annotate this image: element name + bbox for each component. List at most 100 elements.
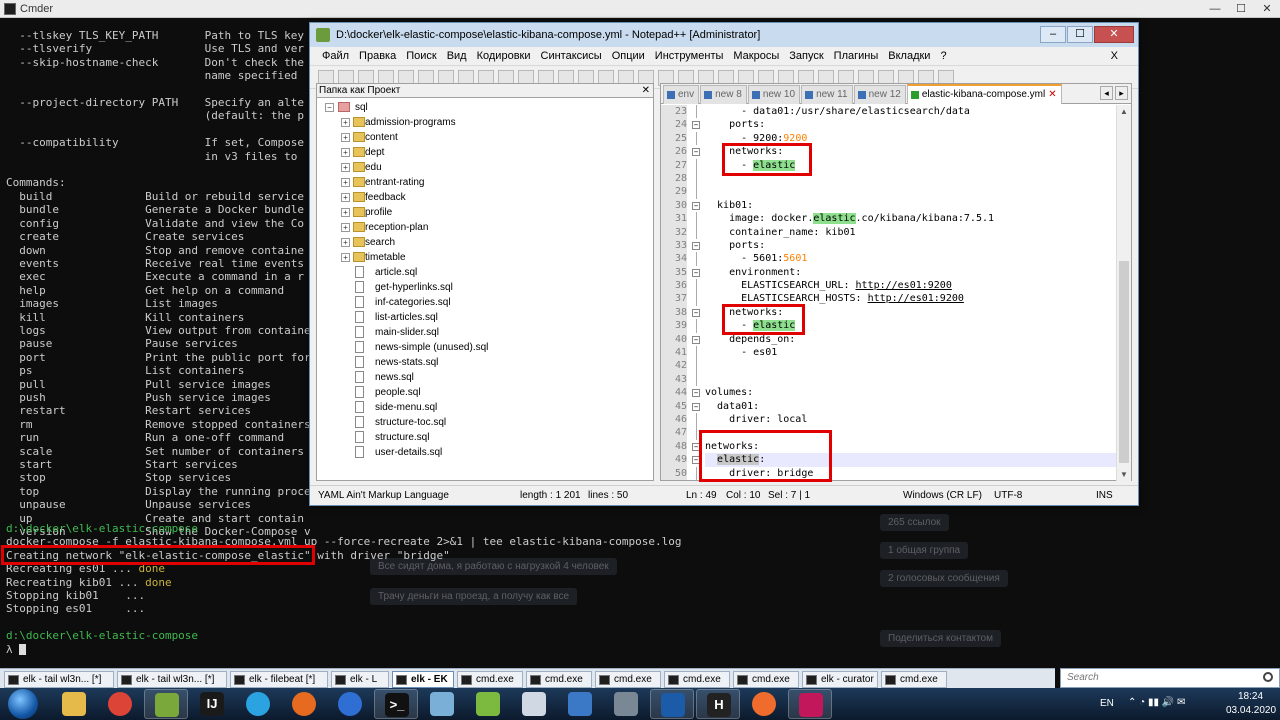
code-line[interactable]: 32 container_name: kib01 bbox=[661, 225, 1117, 239]
menu-item[interactable]: Вкладки bbox=[888, 47, 930, 65]
vertical-scrollbar[interactable]: ▲ ▼ bbox=[1116, 105, 1131, 481]
code-line[interactable]: 47 bbox=[661, 426, 1117, 440]
code-line[interactable]: 28 bbox=[661, 171, 1117, 186]
tree-file[interactable]: article.sql bbox=[325, 265, 653, 280]
fold-icon[interactable]: − bbox=[692, 308, 700, 317]
taskbar-app[interactable] bbox=[512, 689, 556, 719]
console-tab[interactable]: elk - tail wl3n... [*] bbox=[117, 671, 227, 688]
code-line[interactable]: 33− ports: bbox=[661, 238, 1117, 253]
console-tab[interactable]: cmd.exe bbox=[881, 671, 947, 688]
tree-root[interactable]: − sql bbox=[325, 100, 653, 115]
minimize-button[interactable]: — bbox=[1202, 0, 1228, 18]
code-line[interactable]: 40− depends_on: bbox=[661, 332, 1117, 347]
code-line[interactable]: 39 - elastic bbox=[661, 319, 1117, 333]
menu-item[interactable]: Инструменты bbox=[655, 47, 724, 65]
maximize-button[interactable]: ☐ bbox=[1228, 0, 1254, 18]
document-tab[interactable]: elastic-kibana-compose.yml ✕ bbox=[906, 84, 1062, 104]
code-line[interactable]: 41 - es01 bbox=[661, 346, 1117, 360]
expand-icon[interactable]: + bbox=[341, 238, 350, 247]
code-area[interactable]: 23 - data01:/usr/share/elasticsearch/dat… bbox=[661, 105, 1117, 481]
tree-file[interactable]: news.sql bbox=[325, 370, 653, 385]
tree-folder[interactable]: + entrant-rating bbox=[325, 175, 653, 190]
expand-icon[interactable]: + bbox=[341, 148, 350, 157]
expand-icon[interactable]: + bbox=[341, 118, 350, 127]
menu-item[interactable]: Правка bbox=[359, 47, 396, 65]
tab-scroll-right-icon[interactable]: ▸ bbox=[1115, 86, 1128, 100]
expand-icon[interactable]: + bbox=[341, 208, 350, 217]
menu-item[interactable]: Запуск bbox=[789, 47, 823, 65]
document-tab[interactable]: new 8 bbox=[700, 85, 747, 104]
code-line[interactable]: 44− volumes: bbox=[661, 386, 1117, 400]
tree-folder[interactable]: + content bbox=[325, 130, 653, 145]
tree-file[interactable]: get-hyperlinks.sql bbox=[325, 280, 653, 295]
tree-folder[interactable]: + timetable bbox=[325, 250, 653, 265]
code-line[interactable]: 25 - 9200:9200 bbox=[661, 131, 1117, 146]
console-tab[interactable]: elk - curator bbox=[802, 671, 878, 688]
collapse-icon[interactable]: − bbox=[325, 103, 334, 112]
taskbar-app[interactable] bbox=[650, 689, 694, 719]
code-line[interactable]: 48− networks: bbox=[661, 439, 1117, 454]
code-line[interactable]: 31 image: docker.elastic.co/kibana/kiban… bbox=[661, 212, 1117, 226]
taskbar-app[interactable] bbox=[466, 689, 510, 719]
scroll-down-icon[interactable]: ▼ bbox=[1120, 470, 1128, 479]
document-tab[interactable]: new 10 bbox=[747, 85, 801, 104]
npp-close-button[interactable]: ✕ bbox=[1094, 26, 1134, 43]
taskbar-app[interactable] bbox=[328, 689, 372, 719]
close-button[interactable]: ✕ bbox=[1254, 0, 1280, 18]
tree-file[interactable]: side-menu.sql bbox=[325, 400, 653, 415]
terminal-command-output[interactable]: d:\docker\elk-elastic-compose docker-comp… bbox=[6, 522, 682, 656]
document-tab[interactable]: new 11 bbox=[801, 85, 853, 104]
tree-file[interactable]: structure.sql bbox=[325, 430, 653, 445]
language-indicator[interactable]: EN bbox=[1100, 698, 1114, 709]
expand-icon[interactable]: + bbox=[341, 178, 350, 187]
fold-icon[interactable]: − bbox=[692, 148, 700, 157]
expand-icon[interactable]: + bbox=[341, 253, 350, 262]
tree-folder[interactable]: + feedback bbox=[325, 190, 653, 205]
menu-close-icon[interactable]: X bbox=[1111, 47, 1118, 65]
expand-icon[interactable]: + bbox=[341, 133, 350, 142]
menu-item[interactable]: Опции bbox=[612, 47, 645, 65]
console-tab[interactable]: elk - filebeat [*] bbox=[230, 671, 328, 688]
console-tab[interactable]: cmd.exe bbox=[664, 671, 730, 688]
taskbar-app[interactable] bbox=[282, 689, 326, 719]
search-icon[interactable] bbox=[1263, 672, 1273, 682]
tree-file[interactable]: news-stats.sql bbox=[325, 355, 653, 370]
taskbar-app[interactable] bbox=[420, 689, 464, 719]
fold-icon[interactable]: − bbox=[692, 402, 700, 411]
taskbar-app[interactable] bbox=[788, 689, 832, 719]
fold-icon[interactable]: − bbox=[692, 121, 700, 130]
fold-icon[interactable]: − bbox=[692, 201, 700, 210]
fold-icon[interactable]: − bbox=[692, 442, 700, 451]
code-line[interactable]: 34 - 5601:5601 bbox=[661, 252, 1117, 266]
start-button[interactable] bbox=[2, 689, 44, 719]
menu-item[interactable]: ? bbox=[940, 47, 946, 65]
fold-icon[interactable]: − bbox=[692, 268, 700, 277]
tab-close-icon[interactable]: ✕ bbox=[1048, 89, 1056, 100]
code-line[interactable]: 36 ELASTICSEARCH_URL: http://es01:9200 bbox=[661, 279, 1117, 293]
clock-time[interactable]: 18:24 bbox=[1238, 691, 1263, 702]
taskbar-app[interactable] bbox=[558, 689, 602, 719]
tree-file[interactable]: news-simple (unused).sql bbox=[325, 340, 653, 355]
taskbar-app[interactable]: H bbox=[696, 689, 740, 719]
code-line[interactable]: 46 driver: local bbox=[661, 412, 1117, 427]
console-tab[interactable]: cmd.exe bbox=[733, 671, 799, 688]
menu-item[interactable]: Макросы bbox=[733, 47, 779, 65]
clock-date[interactable]: 03.04.2020 bbox=[1226, 705, 1276, 716]
taskbar-app[interactable]: IJ bbox=[190, 689, 234, 719]
tree-folder[interactable]: + profile bbox=[325, 205, 653, 220]
taskbar-app[interactable] bbox=[98, 689, 142, 719]
expand-icon[interactable]: + bbox=[341, 223, 350, 232]
taskbar-app[interactable] bbox=[52, 689, 96, 719]
menu-item[interactable]: Синтаксисы bbox=[541, 47, 602, 65]
tree-folder[interactable]: + edu bbox=[325, 160, 653, 175]
tree-folder[interactable]: + reception-plan bbox=[325, 220, 653, 235]
menu-item[interactable]: Вид bbox=[447, 47, 467, 65]
code-line[interactable]: 45− data01: bbox=[661, 399, 1117, 413]
tree-file[interactable]: user-details.sql bbox=[325, 445, 653, 460]
expand-icon[interactable]: + bbox=[341, 193, 350, 202]
scroll-up-icon[interactable]: ▲ bbox=[1120, 107, 1128, 116]
console-tab[interactable]: elk - tail wl3n... [*] bbox=[4, 671, 114, 688]
tree-file[interactable]: list-articles.sql bbox=[325, 310, 653, 325]
code-line[interactable]: 26− networks: bbox=[661, 145, 1117, 159]
menu-item[interactable]: Кодировки bbox=[477, 47, 531, 65]
